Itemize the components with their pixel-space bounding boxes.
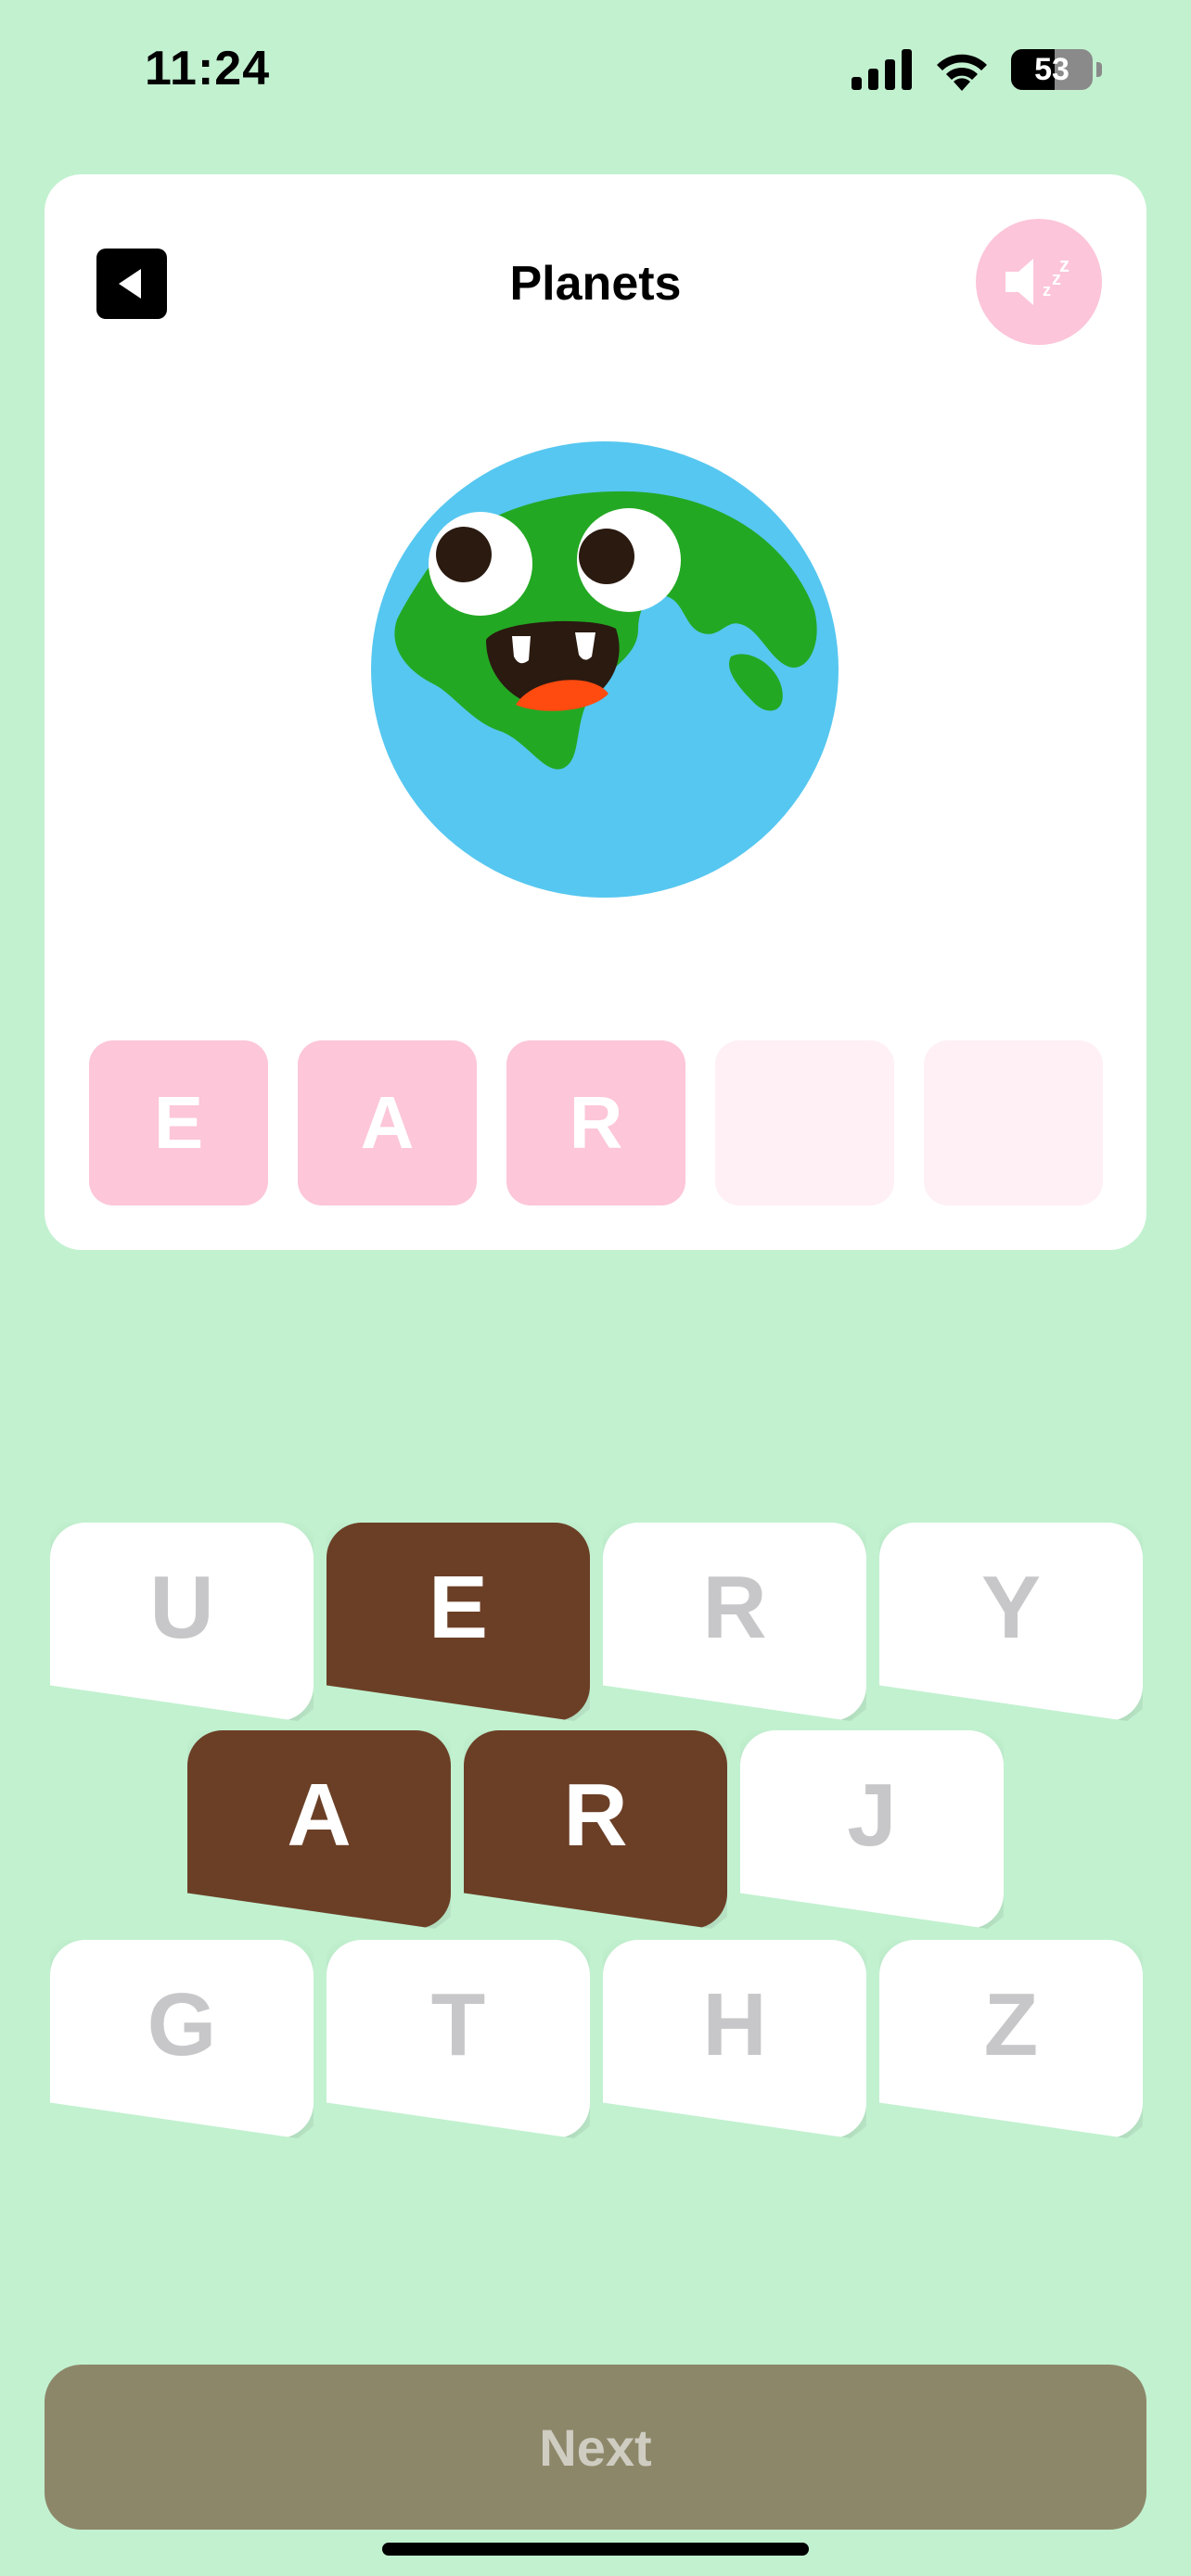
key-letter: U xyxy=(149,1558,214,1657)
slot-letter: A xyxy=(360,1081,415,1164)
cellular-signal-icon xyxy=(852,49,912,90)
status-icons: 53 xyxy=(852,48,1102,91)
svg-text:z: z xyxy=(1059,253,1069,276)
keyboard-row-3: G T H Z xyxy=(50,1940,1143,2138)
answer-slots: E A R xyxy=(89,1040,1103,1205)
answer-slot-empty[interactable] xyxy=(924,1040,1103,1205)
battery-level: 53 xyxy=(1034,52,1069,87)
letter-key[interactable]: Y xyxy=(879,1523,1143,1721)
slot-letter: E xyxy=(153,1081,204,1164)
key-letter: R xyxy=(563,1766,628,1865)
answer-slot[interactable]: A xyxy=(298,1040,477,1205)
letter-key-selected[interactable]: A xyxy=(187,1730,451,1929)
key-letter: G xyxy=(147,1975,217,2074)
svg-text:z: z xyxy=(1043,281,1051,300)
key-letter: A xyxy=(287,1766,352,1865)
letter-key[interactable]: J xyxy=(740,1730,1004,1929)
keyboard-row-1: U E R Y xyxy=(50,1523,1143,1721)
status-time: 11:24 xyxy=(145,42,271,96)
battery-cap xyxy=(1096,62,1102,77)
keyboard-row-2: A R J xyxy=(187,1730,1004,1929)
letter-key[interactable]: U xyxy=(50,1523,314,1721)
letter-key[interactable]: T xyxy=(327,1940,590,2138)
key-letter: H xyxy=(702,1975,767,2074)
answer-slot[interactable]: R xyxy=(506,1040,685,1205)
key-letter: Y xyxy=(980,1558,1042,1657)
next-button[interactable]: Next xyxy=(45,2365,1146,2530)
sound-toggle-button[interactable]: z z z xyxy=(976,219,1102,345)
answer-slot-empty[interactable] xyxy=(715,1040,894,1205)
letter-key-selected[interactable]: E xyxy=(327,1523,590,1721)
key-letter: J xyxy=(847,1766,897,1865)
wifi-icon xyxy=(937,54,987,91)
speaker-muted-icon: z z z xyxy=(1005,253,1069,305)
battery-icon: 53 xyxy=(1011,49,1093,90)
home-indicator xyxy=(382,2543,809,2556)
earth-illustration xyxy=(371,441,839,898)
status-bar: 11:24 53 xyxy=(0,0,1191,139)
key-letter: R xyxy=(702,1558,767,1657)
slot-letter: R xyxy=(569,1081,623,1164)
key-letter: T xyxy=(430,1975,486,2074)
answer-slot[interactable]: E xyxy=(89,1040,268,1205)
word-card: Planets z z z E A R xyxy=(45,174,1146,1250)
letter-key[interactable]: R xyxy=(603,1523,866,1721)
letter-key[interactable]: G xyxy=(50,1940,314,2138)
key-letter: Z xyxy=(983,1975,1039,2074)
letter-key[interactable]: Z xyxy=(879,1940,1143,2138)
key-letter: E xyxy=(428,1558,489,1657)
letter-key[interactable]: H xyxy=(603,1940,866,2138)
letter-key-selected[interactable]: R xyxy=(464,1730,727,1929)
